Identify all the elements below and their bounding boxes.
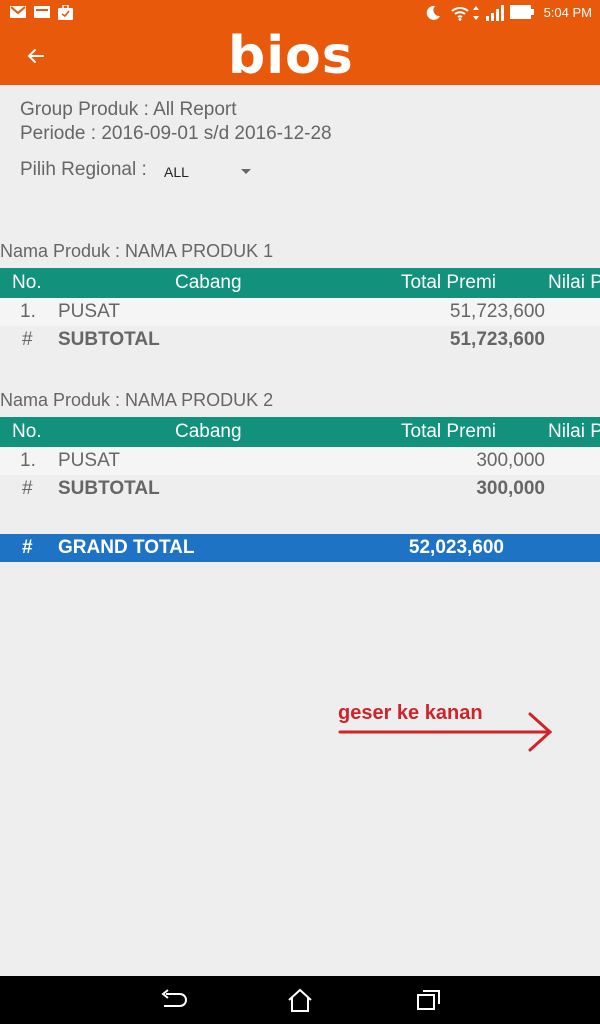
status-bar: 5:04 PM xyxy=(0,0,600,26)
header-no: No. xyxy=(12,272,42,293)
table-row[interactable]: 1. PUSAT 300,000 xyxy=(0,447,600,475)
moon-icon xyxy=(426,5,440,20)
wifi-icon xyxy=(451,7,469,21)
system-nav-bar xyxy=(0,976,600,1024)
table-header-1: No. Cabang Total Premi Nilai P xyxy=(0,268,600,298)
subtotal-mark: # xyxy=(22,329,33,350)
grand-total-value: 52,023,600 xyxy=(408,537,504,558)
home-icon[interactable] xyxy=(285,986,315,1014)
product-title-2: Nama Produk : NAMA PRODUK 2 xyxy=(0,390,274,410)
header-cabang: Cabang xyxy=(175,272,242,293)
regional-label: Pilih Regional : xyxy=(20,159,147,180)
header-nilai: Nilai P xyxy=(548,272,600,293)
back-nav-icon[interactable] xyxy=(158,986,188,1014)
table-row[interactable]: 1. PUSAT 51,723,600 xyxy=(0,298,600,326)
subtotal-mark: # xyxy=(22,478,33,499)
table-header-2: No. Cabang Total Premi Nilai P xyxy=(0,417,600,447)
product-title-1: Nama Produk : NAMA PRODUK 1 xyxy=(0,241,274,261)
subtotal-label: SUBTOTAL xyxy=(58,329,160,350)
row-total-premi: 51,723,600 xyxy=(449,301,545,322)
subtotal-value: 51,723,600 xyxy=(449,329,545,350)
recent-apps-icon[interactable] xyxy=(414,986,444,1014)
row-no: 1. xyxy=(20,301,36,322)
grand-total-row: # GRAND TOTAL 52,023,600 xyxy=(0,534,600,562)
periode-text: Periode : 2016-09-01 s/d 2016-12-28 xyxy=(20,123,332,144)
app-bar: bios xyxy=(0,26,600,85)
header-cabang: Cabang xyxy=(175,421,242,442)
group-produk-text: Group Produk : All Report xyxy=(20,99,237,120)
regional-dropdown[interactable]: ALL xyxy=(160,160,260,184)
back-arrow-icon[interactable] xyxy=(22,42,50,70)
right-arrow-icon xyxy=(338,712,553,752)
subtotal-row: # SUBTOTAL 51,723,600 xyxy=(0,326,600,354)
row-cabang: PUSAT xyxy=(58,301,120,322)
battery-icon xyxy=(510,5,534,19)
gmail-icon xyxy=(10,6,26,18)
header-nilai: Nilai P xyxy=(548,421,600,442)
row-total-premi: 300,000 xyxy=(476,450,545,471)
briefcase-icon xyxy=(58,5,73,20)
subtotal-row: # SUBTOTAL 300,000 xyxy=(0,475,600,503)
grand-total-mark: # xyxy=(22,537,33,558)
subtotal-value: 300,000 xyxy=(476,478,545,499)
header-no: No. xyxy=(12,421,42,442)
row-cabang: PUSAT xyxy=(58,450,120,471)
data-arrows-icon xyxy=(473,6,479,20)
signal-icon xyxy=(486,5,504,21)
regional-selected-value: ALL xyxy=(164,164,189,180)
mail-icon xyxy=(34,6,50,18)
header-total-premi: Total Premi xyxy=(401,272,497,293)
grand-total-label: GRAND TOTAL xyxy=(58,537,195,558)
header-total-premi: Total Premi xyxy=(401,421,497,442)
dropdown-caret-icon xyxy=(241,169,251,174)
subtotal-label: SUBTOTAL xyxy=(58,478,160,499)
app-logo: bios xyxy=(228,26,354,86)
status-time: 5:04 PM xyxy=(543,5,592,20)
row-no: 1. xyxy=(20,450,36,471)
